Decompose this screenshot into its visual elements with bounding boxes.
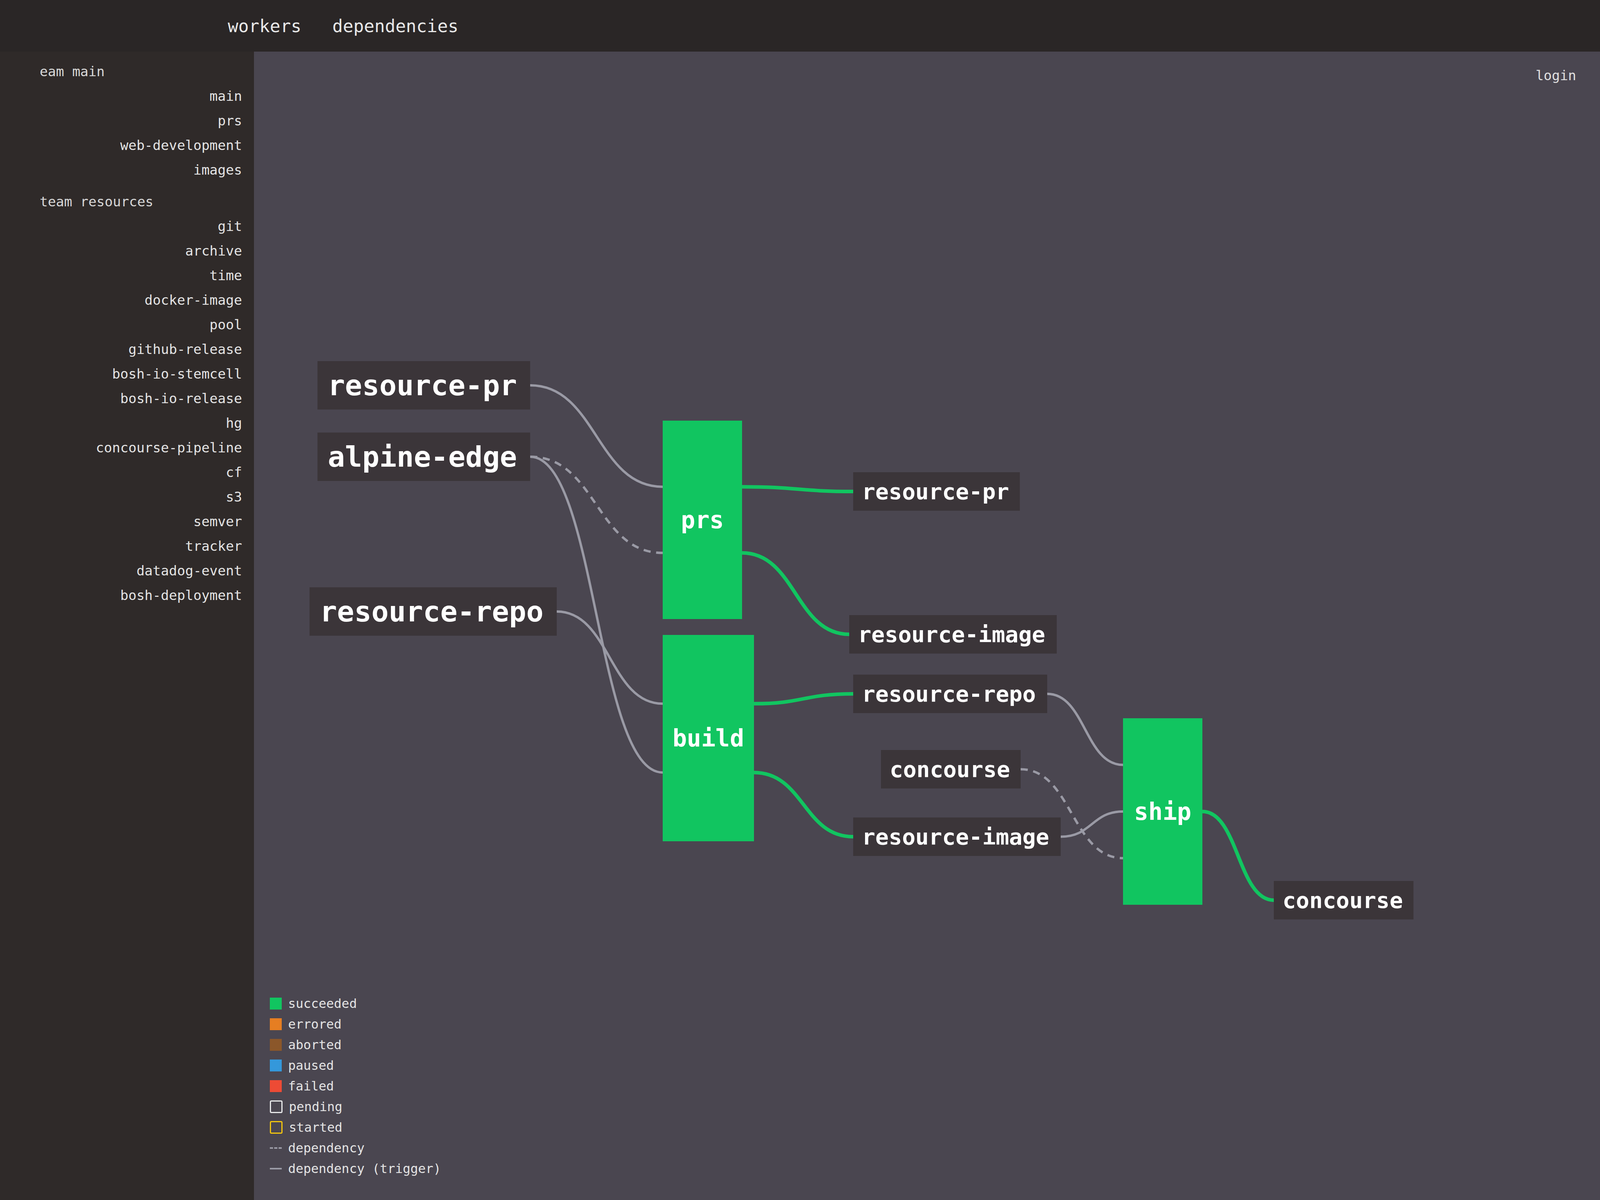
resource-node[interactable]: resource-image xyxy=(853,817,1061,856)
legend: succeeded errored aborted paused failed pendi… xyxy=(269,996,441,1177)
legend-item: started xyxy=(269,1119,441,1135)
pipeline-link[interactable]: images xyxy=(7,161,243,178)
login-link[interactable]: login xyxy=(1535,67,1577,84)
group-tab[interactable]: dependencies xyxy=(326,11,464,41)
pipeline-link[interactable]: tracker xyxy=(7,538,243,554)
status-outline-icon xyxy=(269,1121,283,1134)
team-group: eam main main prs web-development images xyxy=(7,63,243,178)
pipeline-link[interactable]: s3 xyxy=(7,488,243,505)
status-square-icon xyxy=(269,1038,282,1051)
legend-item: dependency (trigger) xyxy=(269,1161,441,1177)
edges xyxy=(253,51,1445,1004)
resource-node[interactable]: resource-pr xyxy=(853,472,1020,511)
pipeline-link[interactable]: main xyxy=(7,88,243,104)
pipeline-link[interactable]: bosh-deployment xyxy=(7,587,243,604)
pipeline-link[interactable]: git xyxy=(7,218,243,235)
edge-line xyxy=(753,772,854,837)
pipeline-link[interactable]: datadog-event xyxy=(7,562,243,579)
pipeline-page: workers dependencies eam main main prs web-de… xyxy=(0,0,1600,1200)
group-tabs: workers dependencies xyxy=(222,11,464,41)
pipeline-link[interactable]: web-development xyxy=(7,137,243,154)
legend-item: aborted xyxy=(269,1037,441,1053)
edge-line xyxy=(530,385,663,487)
resource-node[interactable]: concourse xyxy=(1273,880,1414,920)
pipeline-link[interactable]: semver xyxy=(7,513,243,530)
pipeline-link[interactable]: bosh-io-release xyxy=(7,390,243,407)
team-name: team resources xyxy=(7,193,243,210)
edge-line xyxy=(530,456,663,553)
legend-item: succeeded xyxy=(269,996,441,1012)
edge-line xyxy=(753,694,854,704)
group-tab[interactable]: workers xyxy=(222,11,307,41)
legend-item: errored xyxy=(269,1016,441,1032)
job-node[interactable]: prs xyxy=(662,420,743,620)
pipeline-link[interactable]: docker-image xyxy=(7,292,243,308)
pipeline-link[interactable]: concourse-pipeline xyxy=(7,439,243,456)
line-icon xyxy=(269,1167,282,1170)
pipeline-link[interactable]: time xyxy=(7,267,243,284)
edge-line xyxy=(1047,694,1124,766)
edge-line xyxy=(742,552,850,635)
job-node[interactable]: build xyxy=(662,634,754,842)
team-name: eam main xyxy=(7,63,243,80)
resource-node[interactable]: concourse xyxy=(880,750,1021,789)
pipeline-link[interactable]: prs xyxy=(7,112,243,129)
status-square-icon xyxy=(269,1080,282,1093)
status-square-icon xyxy=(269,1018,282,1031)
legend-item: failed xyxy=(269,1078,441,1094)
edge-line xyxy=(556,611,663,704)
pipeline-canvas[interactable]: login resource-pr alpine-edge resource-repo… xyxy=(253,51,1600,1200)
resource-node[interactable]: resource-repo xyxy=(853,674,1048,714)
pipeline-link[interactable]: pool xyxy=(7,316,243,333)
team-group: team resources git archive time docker-image… xyxy=(7,193,243,604)
sidebar: eam main main prs web-development images team… xyxy=(0,51,254,1200)
edge-line xyxy=(1060,811,1124,837)
status-square-icon xyxy=(269,1059,282,1072)
pipeline-link[interactable]: archive xyxy=(7,242,243,259)
edge-line xyxy=(1202,811,1274,901)
line-icon xyxy=(269,1147,282,1149)
status-square-icon xyxy=(269,997,282,1010)
edge-line xyxy=(742,486,854,492)
pipeline-link[interactable]: cf xyxy=(7,464,243,481)
resource-node[interactable]: resource-pr xyxy=(317,361,531,410)
top-bar: workers dependencies xyxy=(0,0,1600,52)
pipeline-link[interactable]: hg xyxy=(7,415,243,431)
resource-node[interactable]: resource-repo xyxy=(309,587,557,636)
legend-item: paused xyxy=(269,1057,441,1074)
job-node[interactable]: ship xyxy=(1123,718,1203,905)
resource-node[interactable]: alpine-edge xyxy=(317,432,531,481)
resource-node[interactable]: resource-image xyxy=(849,615,1057,654)
pipeline-link[interactable]: bosh-io-stemcell xyxy=(7,365,243,382)
pipeline-graph: resource-pr alpine-edge resource-repo prs bu… xyxy=(253,51,1445,1004)
legend-item: dependency xyxy=(269,1140,441,1156)
status-outline-icon xyxy=(269,1100,283,1114)
legend-item: pending xyxy=(269,1099,441,1115)
pipeline-link[interactable]: github-release xyxy=(7,341,243,358)
